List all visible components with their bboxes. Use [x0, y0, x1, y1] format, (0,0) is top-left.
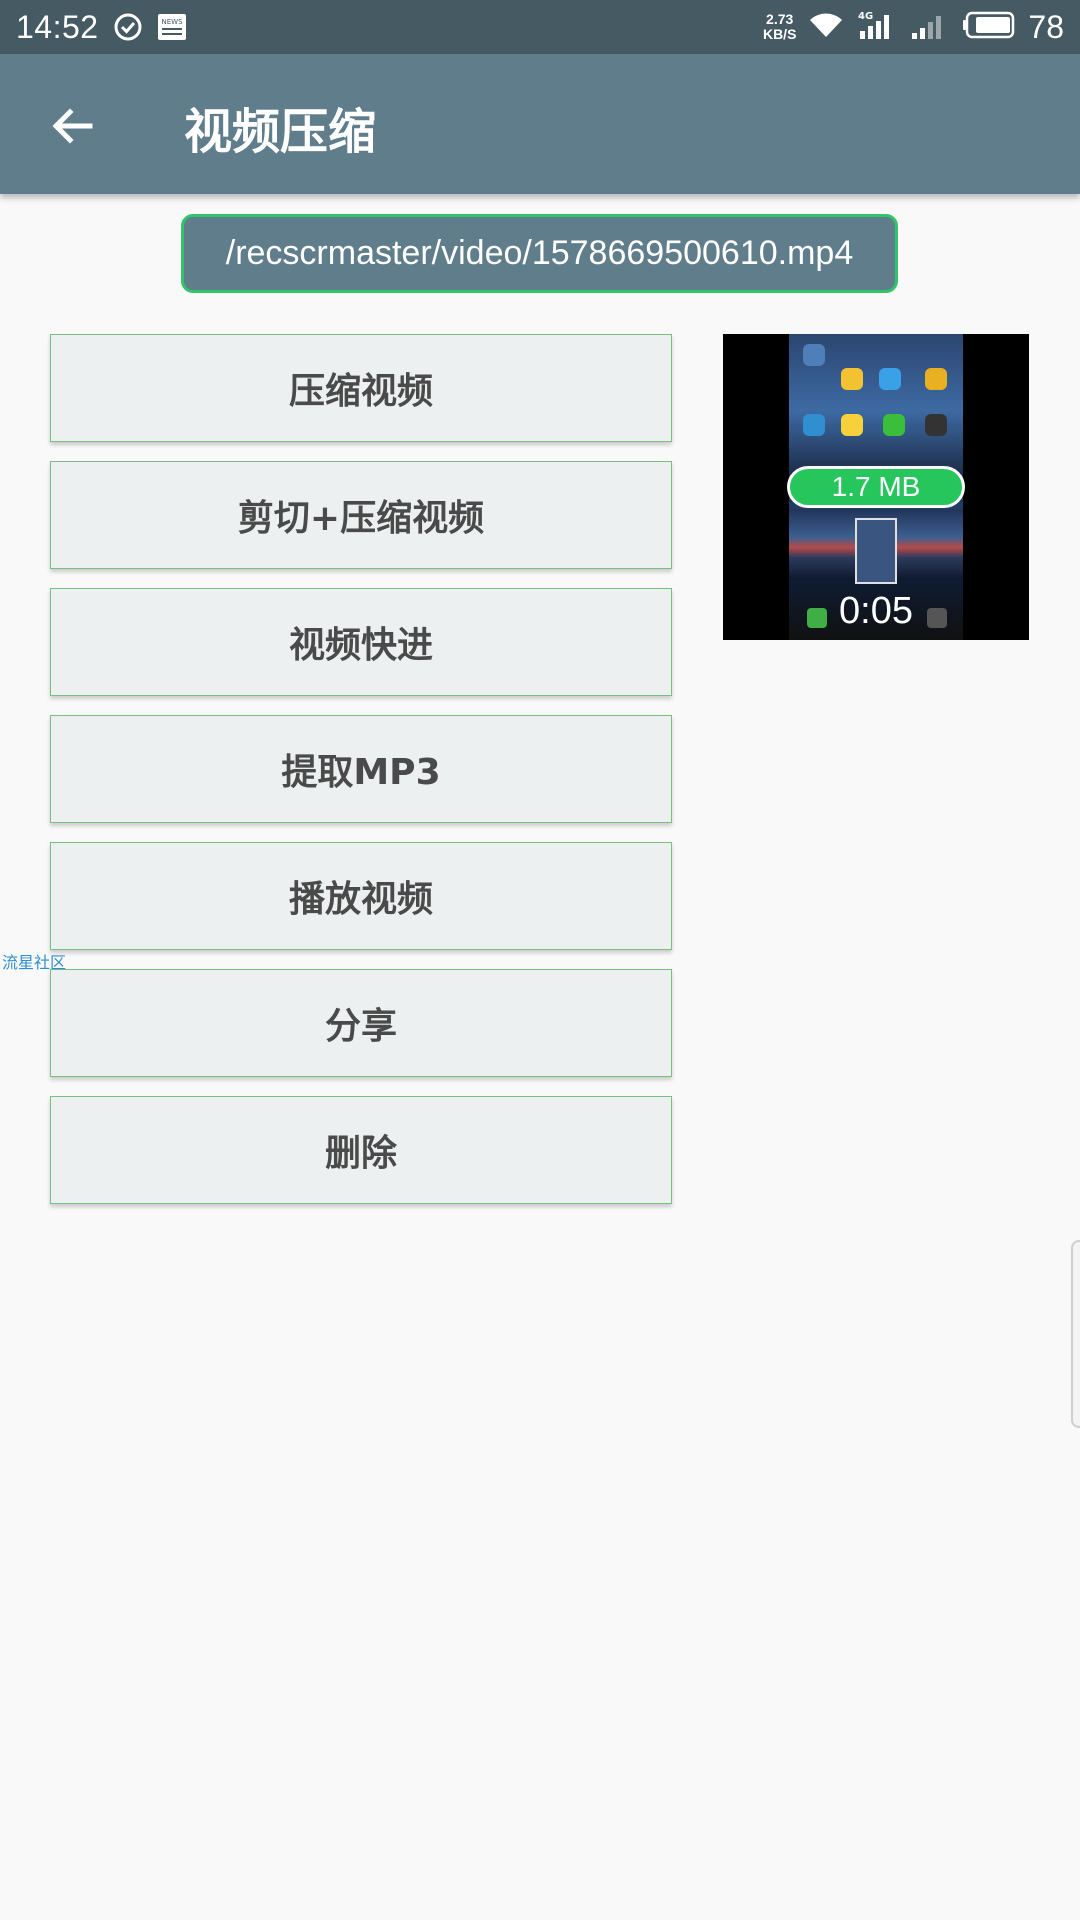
side-drawer-handle[interactable] — [1071, 1240, 1080, 1428]
file-size-badge: 1.7 MB — [787, 466, 965, 508]
back-button[interactable] — [44, 98, 100, 154]
thumb-app-icon — [925, 414, 947, 436]
extract-mp3-button[interactable]: 提取MP3 — [50, 715, 672, 823]
news-icon: NEWS — [157, 13, 187, 41]
cut-compress-video-button[interactable]: 剪切+压缩视频 — [50, 461, 672, 569]
thumb-app-icon — [841, 368, 863, 390]
net-speed-value: 2.73 — [766, 11, 794, 27]
status-time: 14:52 — [16, 8, 99, 45]
battery-level: 78 — [1028, 8, 1064, 45]
status-right-group: 2.73 KB/S 4G 78 — [763, 9, 1064, 46]
watermark-text: 流星社区 — [2, 953, 67, 972]
thumb-phone-image — [855, 518, 897, 584]
battery-icon — [962, 11, 1016, 43]
share-button[interactable]: 分享 — [50, 969, 672, 1077]
check-circle-icon — [113, 12, 143, 42]
news-icon-text: NEWS — [161, 18, 183, 26]
thumb-app-icon — [925, 368, 947, 390]
thumb-app-icon — [803, 414, 825, 436]
signal-4g-icon: 4G — [856, 9, 898, 45]
video-fast-forward-button[interactable]: 视频快进 — [50, 588, 672, 696]
play-video-button[interactable]: 播放视频 — [50, 842, 672, 950]
arrow-back-icon — [52, 108, 93, 144]
video-duration: 0:05 — [839, 590, 913, 632]
file-path-label: /recscrmaster/video/1578669500610.mp4 — [181, 214, 898, 293]
video-thumbnail[interactable]: 1.7 MB 0:05 — [723, 334, 1029, 640]
signal-weak-icon — [910, 9, 950, 45]
app-bar: 视频压缩 — [0, 54, 1080, 194]
thumb-app-icon — [879, 368, 901, 390]
wifi-icon — [808, 11, 844, 43]
net-speed: 2.73 KB/S — [763, 12, 796, 42]
network-type-text: 4G — [858, 11, 873, 22]
thumb-app-icon — [841, 414, 863, 436]
compress-video-button[interactable]: 压缩视频 — [50, 334, 672, 442]
net-speed-unit: KB/S — [762, 26, 797, 42]
thumb-app-icon — [803, 344, 825, 366]
delete-button[interactable]: 删除 — [50, 1096, 672, 1204]
page-title: 视频压缩 — [184, 104, 377, 160]
thumb-app-icon — [883, 414, 905, 436]
status-bar: 14:52 NEWS 2.73 KB/S 4G 78 — [0, 0, 1080, 54]
